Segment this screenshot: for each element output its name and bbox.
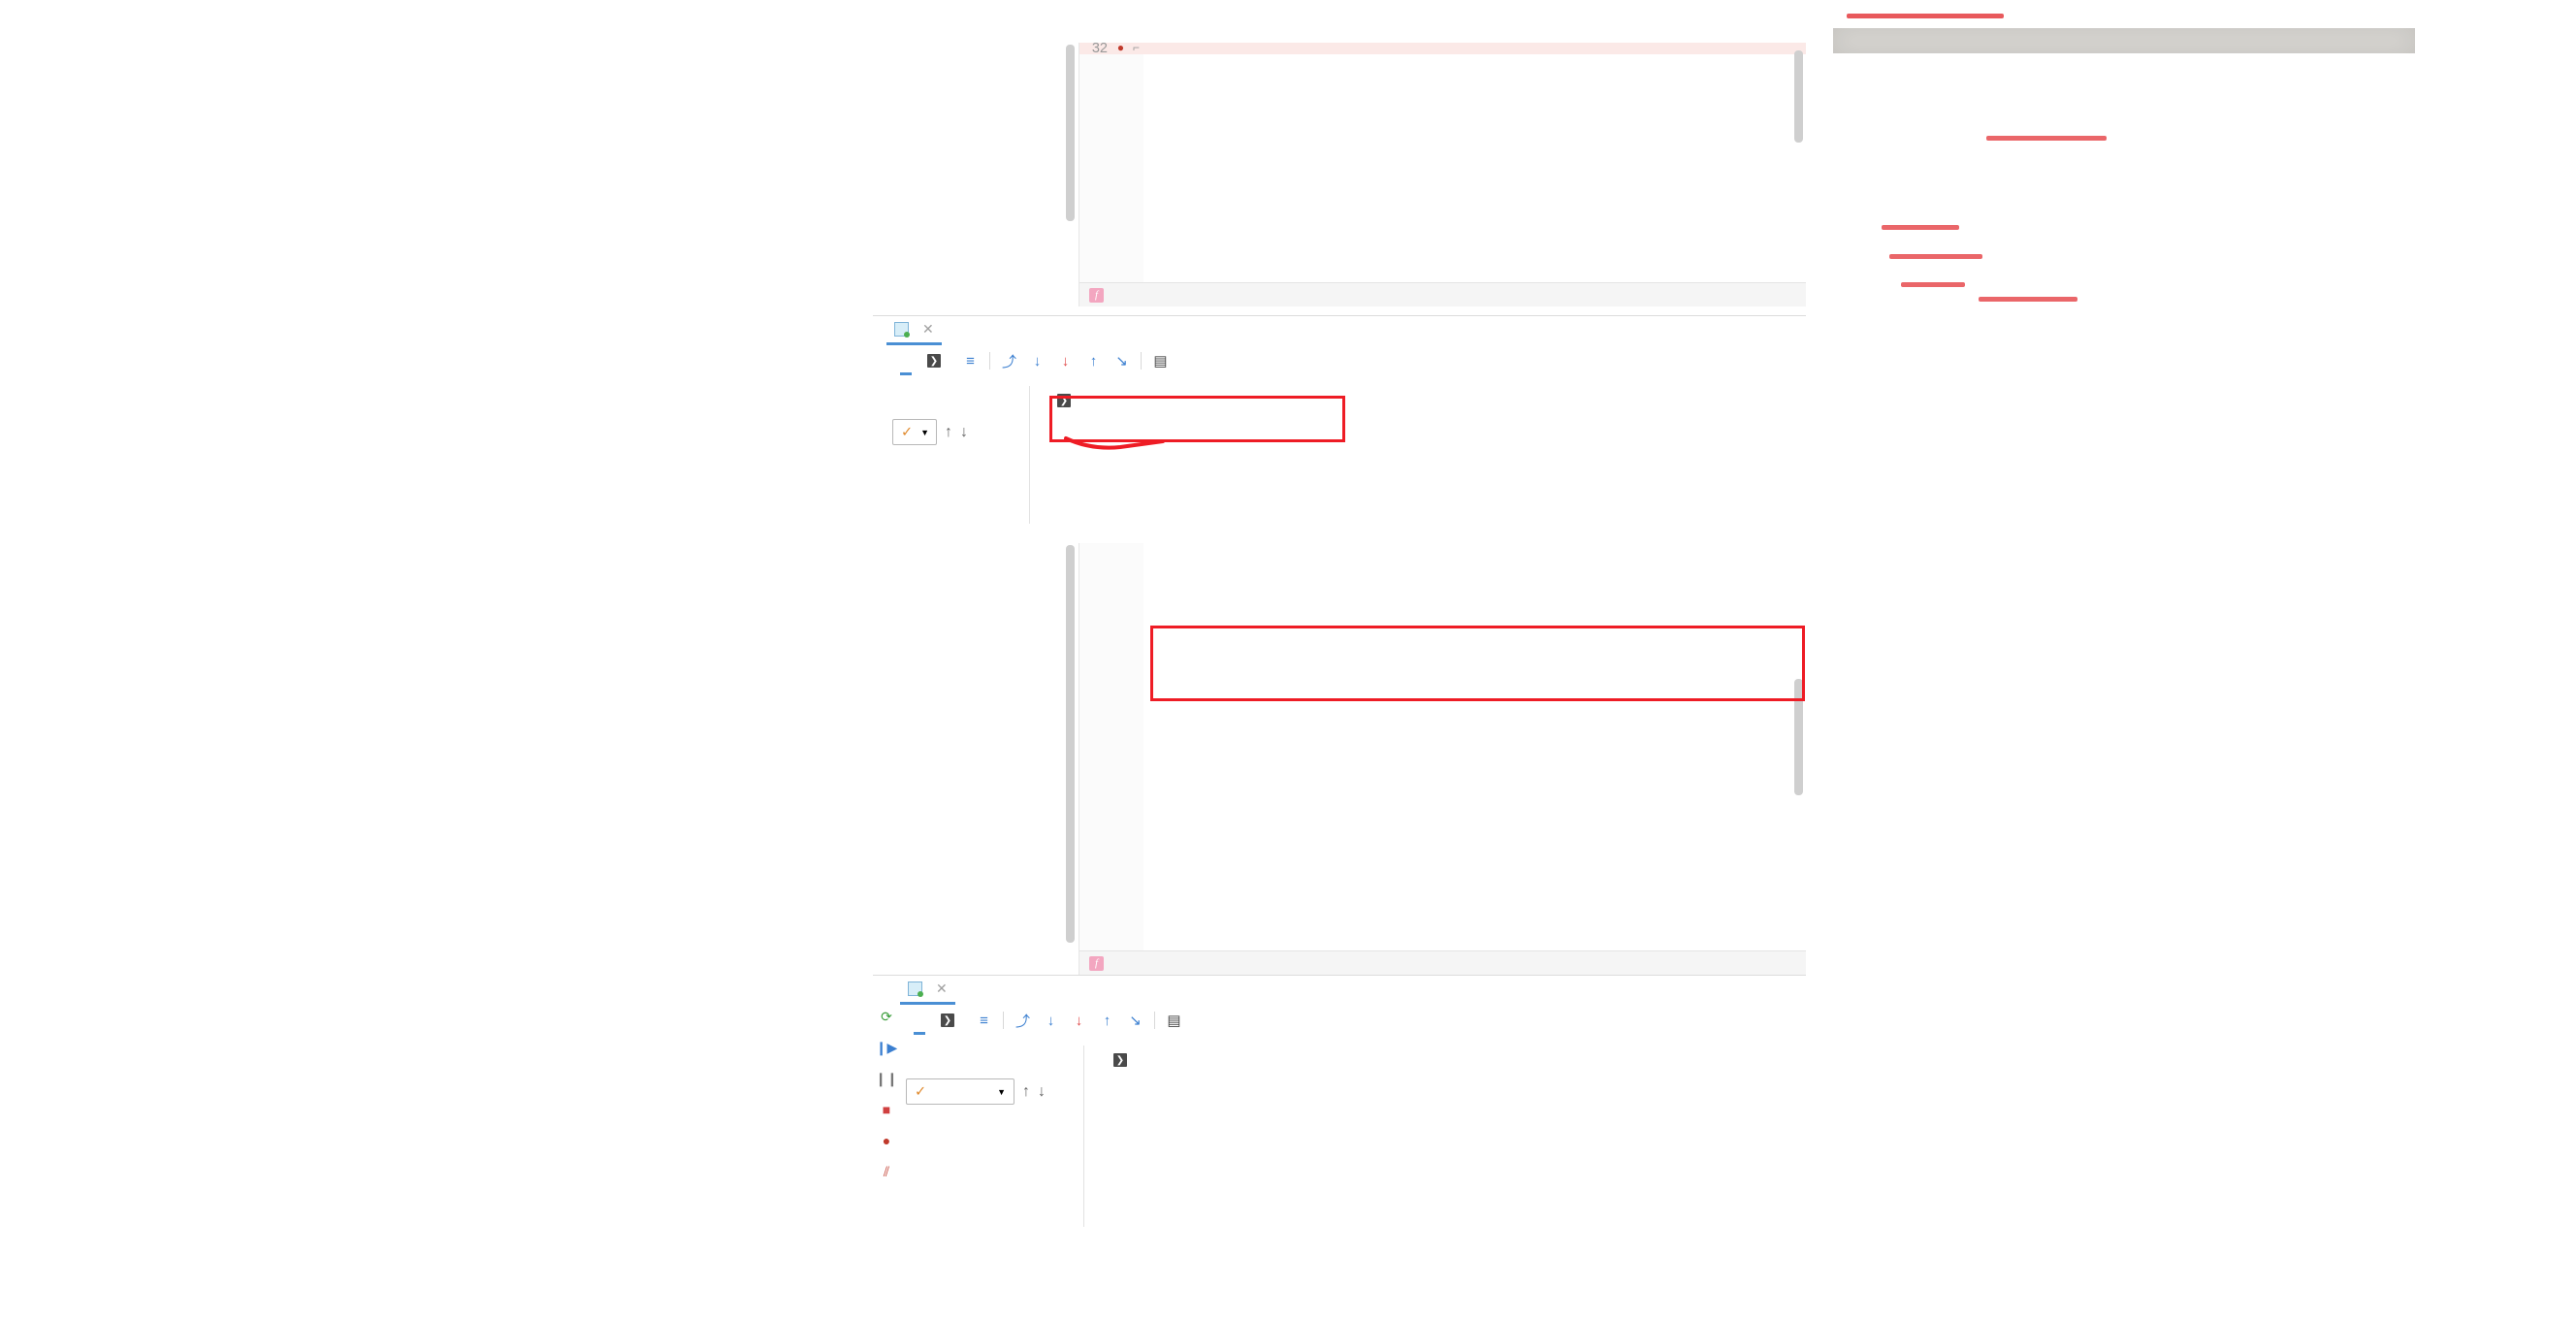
debug-title-bar-bottom: ✕	[873, 976, 1806, 1005]
toolbar-separator	[1003, 1012, 1004, 1029]
pause-program-icon[interactable]: ❙❙	[873, 1063, 900, 1094]
book-heading-underline	[1847, 14, 2004, 18]
variables-header-bottom: ❯	[1098, 1046, 1806, 1075]
check-icon: ✓	[901, 424, 914, 440]
frame-down-icon[interactable]: ↓	[1038, 1083, 1046, 1101]
thread-selector-bottom[interactable]: ✓ ▼	[906, 1078, 1014, 1105]
breadcrumb-top[interactable]: f	[1079, 282, 1806, 306]
fold-icon[interactable]: ⌐	[1129, 43, 1143, 54]
annotation-underline-string	[1064, 436, 1165, 450]
debug-panel-bottom: ⟳ ❙▶ ❙❙ ■ ● ⫽ ✕ ❯ ≡ ⤴ ↓ ↓ ↑ ↘ ▤ ✓ ▼ ↑ ↓ …	[873, 975, 1806, 1227]
function-icon: f	[1089, 955, 1104, 971]
resume-program-icon[interactable]: ❙▶	[873, 1032, 900, 1063]
debug-file-tab-top[interactable]: ✕	[886, 316, 942, 345]
tab-debugger-top[interactable]	[900, 346, 912, 375]
step-over-icon[interactable]: ⤴	[1014, 1011, 1032, 1031]
c-file-icon	[908, 981, 923, 997]
editor-bottom-scrollbar[interactable]	[1794, 679, 1803, 795]
debug-side-rail[interactable]: ⟳ ❙▶ ❙❙ ■ ● ⫽	[873, 1001, 900, 1227]
editor-gutter-top	[1079, 43, 1143, 306]
layout-icon[interactable]: ≡	[961, 353, 980, 370]
book-underline-getnext-signature	[1986, 136, 2107, 141]
project-tree-top[interactable]	[885, 43, 1076, 306]
debug-toolbar-top[interactable]: ❯ ≡ ⤴ ↓ ↓ ↑ ↘ ▤	[886, 345, 1806, 376]
book-code-listing	[1833, 28, 2415, 53]
close-icon[interactable]: ✕	[922, 321, 934, 338]
console-icon: ❯	[927, 354, 941, 368]
view-breakpoints-icon[interactable]: ●	[873, 1125, 900, 1156]
editor-line[interactable]: 32 ● ⌐	[1079, 43, 1806, 54]
step-out-icon[interactable]: ↑	[1084, 353, 1103, 370]
mute-breakpoints-icon[interactable]: ⫽	[873, 1156, 900, 1187]
function-icon: f	[1089, 287, 1104, 303]
ide-window-bottom: f	[885, 543, 1806, 975]
step-into-icon[interactable]: ↓	[1042, 1013, 1060, 1029]
evaluate-expression-icon[interactable]: ▤	[1165, 1012, 1183, 1029]
tab-debugger-bottom[interactable]	[914, 1006, 925, 1035]
stop-icon[interactable]: ■	[873, 1094, 900, 1125]
step-over-icon[interactable]: ⤴	[1000, 351, 1018, 371]
frame-down-icon[interactable]: ↓	[960, 424, 968, 441]
project-tree-top-scrollbar[interactable]	[1066, 45, 1075, 221]
breadcrumb-bottom[interactable]: f	[1079, 950, 1806, 975]
book-scan-figure	[1833, 12, 2415, 302]
gdb-icon: ❯	[1057, 394, 1071, 407]
frames-header-bottom	[900, 1046, 1083, 1075]
run-to-cursor-icon[interactable]: ↘	[1112, 352, 1131, 370]
force-step-into-icon[interactable]: ↓	[1056, 353, 1075, 370]
frames-header-top	[886, 386, 1029, 415]
rerun-icon[interactable]: ⟳	[873, 1001, 900, 1032]
project-tree-bottom[interactable]	[885, 543, 1076, 975]
project-tree-bottom-scrollbar[interactable]	[1066, 545, 1075, 943]
debug-title-bar-top: ✕	[873, 316, 1806, 345]
editor-top-scrollbar[interactable]	[1794, 50, 1803, 143]
tab-console-bottom[interactable]: ❯	[935, 1006, 965, 1035]
gdb-icon: ❯	[1113, 1053, 1127, 1067]
toolbar-separator	[1141, 352, 1142, 370]
book-underline-while	[1889, 254, 1982, 259]
pasted-source-code	[361, 58, 904, 197]
frame-up-icon[interactable]: ↑	[1022, 1083, 1030, 1101]
console-icon: ❯	[941, 1013, 954, 1027]
step-out-icon[interactable]: ↑	[1098, 1013, 1116, 1029]
thread-selector-top[interactable]: ✓ ▼	[892, 419, 937, 445]
force-step-into-icon[interactable]: ↓	[1070, 1013, 1088, 1029]
variables-header-top: ❯	[1042, 386, 1806, 415]
editor-gutter-bottom	[1079, 543, 1143, 975]
evaluate-expression-icon[interactable]: ▤	[1151, 352, 1170, 370]
frames-column-top: ✓ ▼ ↑ ↓	[886, 386, 1030, 524]
book-underline-next1	[1882, 225, 1959, 230]
book-underline-if-j0	[1901, 282, 1965, 287]
chevron-down-icon[interactable]: ▼	[997, 1087, 1006, 1097]
debug-toolbar-bottom[interactable]: ❯ ≡ ⤴ ↓ ↓ ↑ ↘ ▤	[900, 1005, 1806, 1036]
c-file-icon	[894, 322, 910, 338]
close-icon[interactable]: ✕	[936, 981, 948, 997]
toolbar-separator	[989, 352, 990, 370]
debug-panel-top: ✕ ❯ ≡ ⤴ ↓ ↓ ↑ ↘ ▤ ✓ ▼ ↑ ↓ ❯	[873, 315, 1806, 524]
step-into-icon[interactable]: ↓	[1028, 353, 1046, 370]
frames-column-bottom: ✓ ▼ ↑ ↓	[900, 1046, 1084, 1227]
breakpoint-icon[interactable]: ●	[1112, 43, 1129, 54]
layout-icon[interactable]: ≡	[975, 1013, 993, 1029]
debug-file-tab-bottom[interactable]: ✕	[900, 976, 955, 1005]
tab-console-top[interactable]: ❯	[921, 346, 951, 375]
book-underline-ti-tj	[1979, 297, 2077, 302]
code-editor-bottom[interactable]: f	[1079, 543, 1806, 975]
run-to-cursor-icon[interactable]: ↘	[1126, 1012, 1144, 1029]
frame-up-icon[interactable]: ↑	[945, 424, 952, 441]
chevron-down-icon[interactable]: ▼	[920, 428, 929, 437]
code-editor-top[interactable]: 32 ● ⌐ f	[1079, 43, 1806, 306]
line-number: 32	[1091, 43, 1108, 54]
toolbar-separator	[1154, 1012, 1155, 1029]
check-icon: ✓	[915, 1083, 927, 1100]
ide-window-top: 32 ● ⌐ f	[885, 43, 1806, 324]
